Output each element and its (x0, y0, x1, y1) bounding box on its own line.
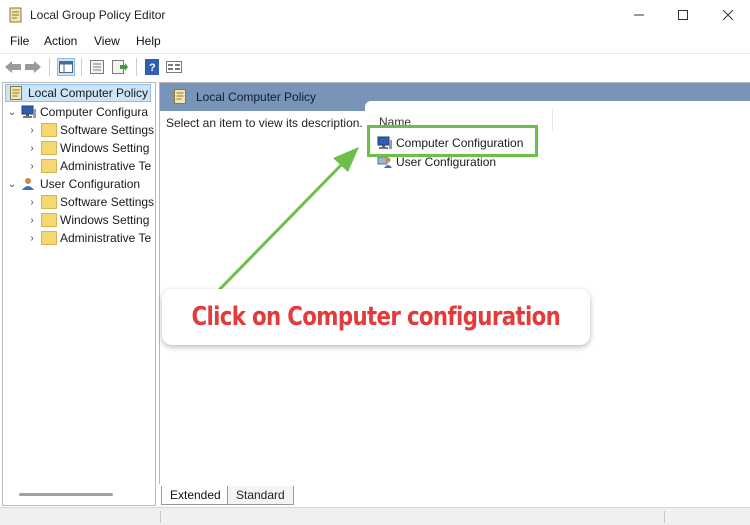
tree-item-label: Computer Configura (40, 105, 149, 119)
tree-item-label: Software Settings (60, 123, 155, 137)
properties-icon (90, 60, 104, 74)
svg-text:?: ? (149, 62, 156, 74)
policy-editor-icon (9, 7, 22, 23)
chevron-right-icon[interactable]: › (27, 233, 37, 244)
view-tabs: Extended Standard (159, 484, 750, 506)
close-button[interactable] (705, 0, 750, 30)
status-bar (0, 507, 750, 525)
export-list-button[interactable] (111, 58, 129, 76)
menu-help[interactable]: Help (136, 34, 161, 48)
back-icon (5, 61, 21, 73)
show-hide-tree-button[interactable] (57, 58, 75, 76)
chevron-right-icon[interactable]: › (27, 197, 37, 208)
chevron-right-icon[interactable]: › (27, 215, 37, 226)
status-divider (160, 511, 161, 523)
user-icon (377, 156, 392, 168)
tree-item-administrative-templates[interactable]: › Administrative Te (27, 229, 151, 247)
console-tree: Local Computer Policy ⌄ Computer Configu… (2, 82, 156, 506)
tree-item-software-settings[interactable]: › Software Settings (27, 121, 154, 139)
help-button[interactable]: ? (143, 58, 161, 76)
toolbar-separator (49, 58, 50, 76)
tree-item-label: Local Computer Policy (28, 86, 149, 100)
horizontal-scrollbar[interactable] (19, 493, 113, 496)
tree-item-local-computer-policy[interactable]: Local Computer Policy (5, 84, 151, 102)
policy-document-icon (174, 89, 186, 104)
tab-standard[interactable]: Standard (227, 486, 294, 505)
menu-file[interactable]: File (10, 34, 29, 48)
toolbar-separator (81, 58, 82, 76)
callout-text: Click on Computer configuration (191, 302, 561, 332)
back-button[interactable] (4, 58, 22, 76)
list-item-label: User Configuration (396, 155, 497, 169)
policy-document-icon (10, 86, 22, 100)
chevron-down-icon[interactable]: ⌄ (7, 107, 17, 118)
tab-extended[interactable]: Extended (161, 486, 230, 505)
tree-item-label: Windows Setting (60, 213, 150, 227)
tree-item-label: Administrative Te (60, 159, 152, 173)
status-divider (664, 511, 665, 523)
column-divider[interactable] (552, 109, 553, 131)
menu-view[interactable]: View (94, 34, 120, 48)
folder-icon (41, 231, 57, 245)
user-icon (22, 178, 34, 190)
folder-icon (41, 123, 57, 137)
highlight-box (367, 125, 538, 157)
toolbar: ? (0, 53, 750, 79)
folder-icon (41, 159, 57, 173)
description-text: Select an item to view its description. (166, 116, 363, 130)
chevron-right-icon[interactable]: › (27, 125, 37, 136)
minimize-button[interactable] (616, 0, 662, 30)
view-icon (166, 61, 182, 73)
tree-item-windows-settings[interactable]: › Windows Setting (27, 211, 149, 229)
maximize-button[interactable] (660, 0, 706, 30)
tree-item-user-configuration[interactable]: ⌄ User Configuration (7, 175, 140, 193)
folder-icon (41, 141, 57, 155)
tree-item-label: Windows Setting (60, 141, 150, 155)
window-title: Local Group Policy Editor (30, 8, 166, 22)
show-hide-tree-icon (59, 61, 73, 73)
tree-item-computer-configuration[interactable]: ⌄ Computer Configura (7, 103, 148, 121)
forward-button[interactable] (24, 58, 42, 76)
view-button[interactable] (165, 58, 183, 76)
close-icon (723, 10, 733, 20)
tree-item-label: Administrative Te (60, 231, 152, 245)
computer-icon (21, 105, 36, 118)
menu-bar: File Action View Help (0, 30, 750, 52)
chevron-right-icon[interactable]: › (27, 161, 37, 172)
maximize-icon (678, 10, 688, 20)
chevron-right-icon[interactable]: › (27, 143, 37, 154)
chevron-down-icon[interactable]: ⌄ (7, 179, 17, 190)
minimize-icon (634, 14, 644, 16)
toolbar-separator (136, 58, 137, 76)
folder-icon (41, 213, 57, 227)
tree-item-software-settings[interactable]: › Software Settings (27, 193, 154, 211)
tree-item-windows-settings[interactable]: › Windows Setting (27, 139, 149, 157)
menu-action[interactable]: Action (44, 34, 77, 48)
forward-icon (25, 61, 41, 73)
properties-button[interactable] (88, 58, 106, 76)
help-icon: ? (145, 59, 159, 75)
instruction-callout: Click on Computer configuration (162, 289, 590, 345)
export-list-icon (112, 60, 128, 74)
title-bar: Local Group Policy Editor (0, 0, 750, 30)
folder-icon (41, 195, 57, 209)
details-header-title: Local Computer Policy (196, 90, 317, 104)
tree-item-label: User Configuration (40, 177, 141, 191)
tree-item-label: Software Settings (60, 195, 155, 209)
tree-item-administrative-templates[interactable]: › Administrative Te (27, 157, 151, 175)
